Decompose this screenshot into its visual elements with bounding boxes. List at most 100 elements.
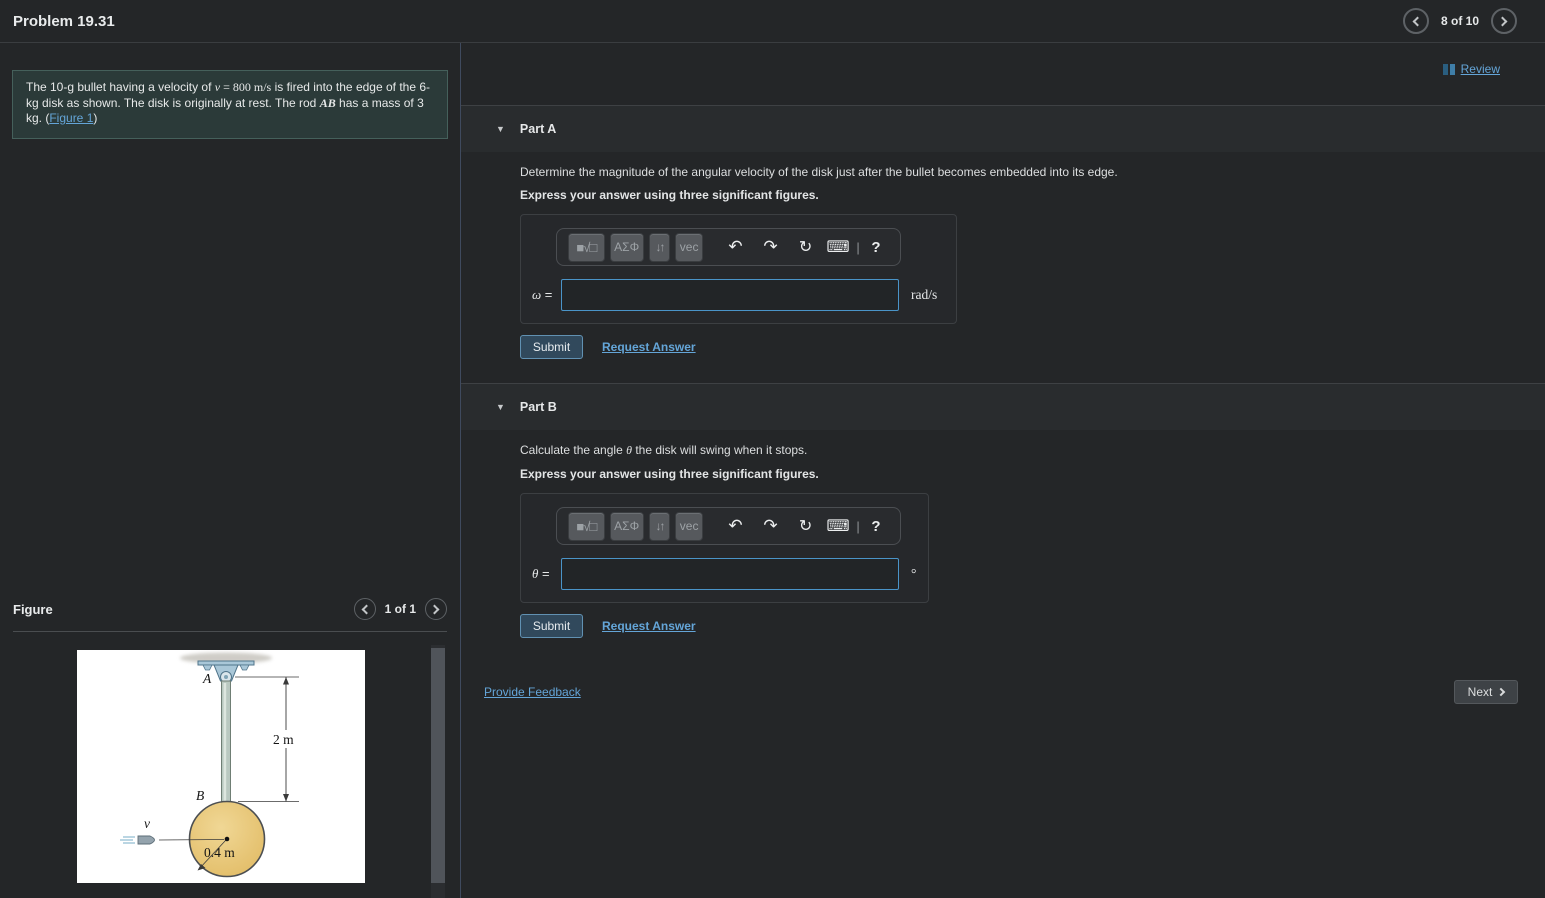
figure-header: Figure 1 of 1 [0, 595, 460, 623]
next-problem-button[interactable] [1491, 8, 1517, 34]
chevron-left-icon [1412, 16, 1423, 26]
chevron-left-icon [361, 604, 372, 614]
part-b-header[interactable]: ▼ Part B [461, 383, 1545, 430]
label-a: A [202, 671, 212, 686]
vector-button[interactable]: vec [675, 511, 704, 541]
label-velocity: v [144, 816, 150, 831]
answer-panel: Review ▼ Part A Determine the magnitude … [461, 43, 1545, 898]
next-item-button[interactable]: Next [1454, 680, 1518, 704]
help-icon[interactable]: ? [863, 239, 889, 256]
keyboard-icon[interactable]: ⌨ [823, 516, 853, 536]
equals-sign: = [538, 566, 550, 581]
keyboard-icon[interactable]: ⌨ [823, 237, 853, 257]
undo-icon[interactable]: ↶ [718, 237, 753, 257]
figure-pager: 1 of 1 [353, 598, 447, 620]
mount-bolt [202, 664, 213, 671]
part-a-submit-button[interactable]: Submit [520, 335, 583, 359]
part-b-body: Calculate the angle θ the disk will swin… [461, 443, 1545, 638]
part-a-body: Determine the magnitude of the angular v… [461, 165, 1545, 359]
part-a-input-row: ω = rad/s [521, 279, 956, 311]
figure-next-button[interactable] [425, 598, 447, 620]
rod-symbol: AB [319, 95, 336, 110]
mount-plate [197, 660, 255, 666]
equals-sign: = [541, 287, 553, 302]
chevron-right-icon [429, 604, 440, 614]
part-b-submit-row: Submit Request Answer [520, 614, 1545, 638]
part-b-instruction: Express your answer using three signific… [520, 467, 819, 481]
next-button-label: Next [1467, 685, 1493, 699]
statement-text: ) [93, 111, 98, 125]
part-b-answer-input[interactable] [561, 558, 899, 590]
equation-toolbar: ■√□ ΑΣΦ ↓↑ vec ↶ ↷ ↻ ⌨ | ? [556, 507, 901, 545]
collapse-icon[interactable]: ▼ [496, 402, 505, 412]
vector-button[interactable]: vec [675, 232, 704, 262]
description-text: Calculate the angle [520, 443, 627, 457]
toolbar-separator: | [856, 239, 860, 255]
reset-icon[interactable]: ↻ [788, 237, 823, 257]
part-b-title: Part B [519, 400, 557, 414]
prev-problem-button[interactable] [1402, 8, 1429, 34]
review-link[interactable]: Review [1461, 62, 1500, 76]
part-b-answer-box: ■√□ ΑΣΦ ↓↑ vec ↶ ↷ ↻ ⌨ | ? θ = ° [520, 493, 929, 603]
trajectory-line [158, 839, 225, 841]
part-a-request-answer-link[interactable]: Request Answer [602, 340, 696, 354]
footer-row: Provide Feedback Next [461, 680, 1545, 704]
figure-pager-label: 1 of 1 [384, 602, 416, 616]
review-icon [1442, 63, 1455, 75]
part-a-title: Part A [519, 122, 557, 136]
redo-icon[interactable]: ↷ [753, 516, 788, 536]
part-a-answer-input[interactable] [561, 279, 899, 311]
main-layout: The 10-g bullet having a velocity of v =… [0, 43, 1545, 898]
pendulum-disk-diagram: A B 2 m v 0.4 m [120, 652, 303, 878]
chevron-right-icon [1497, 687, 1506, 697]
equation-toolbar: ■√□ ΑΣΦ ↓↑ vec ↶ ↷ ↻ ⌨ | ? [556, 228, 901, 266]
omega-symbol: ω [532, 287, 542, 302]
part-b-request-answer-link[interactable]: Request Answer [602, 619, 696, 633]
figure-prev-button[interactable] [353, 598, 376, 620]
part-a-description: Determine the magnitude of the angular v… [520, 165, 1118, 179]
figure-scrollbar-track[interactable] [431, 645, 445, 898]
figure-title: Figure [13, 601, 53, 617]
bullet [137, 835, 155, 845]
part-a-unit: rad/s [911, 287, 938, 302]
part-a-instruction: Express your answer using three signific… [520, 188, 819, 202]
arrow-down-icon [283, 794, 289, 802]
updown-arrows-button[interactable]: ↓↑ [648, 511, 671, 541]
arrow-up-icon [283, 677, 289, 685]
figure-divider [13, 631, 447, 632]
problem-statement: The 10-g bullet having a velocity of v =… [12, 70, 448, 139]
label-rod-length: 2 m [273, 732, 294, 747]
redo-icon[interactable]: ↷ [753, 237, 788, 257]
part-b-input-row: θ = ° [521, 558, 928, 590]
item-panel: The 10-g bullet having a velocity of v =… [0, 43, 461, 898]
toolbar-icons: ↶ ↷ ↻ ⌨ | ? [718, 237, 889, 257]
description-text: the disk will swing when it stops. [631, 443, 808, 457]
figure-scrollbar-thumb[interactable] [431, 648, 445, 883]
statement-math: = 800 [220, 80, 254, 94]
part-b-submit-button[interactable]: Submit [520, 614, 583, 638]
updown-arrows-button[interactable]: ↓↑ [648, 232, 671, 262]
reset-icon[interactable]: ↻ [788, 516, 823, 536]
figure-image: A B 2 m v 0.4 m [77, 650, 365, 883]
mount-bolt [239, 664, 250, 671]
label-b: B [196, 788, 204, 803]
collapse-icon[interactable]: ▼ [496, 124, 505, 134]
greek-letters-button[interactable]: ΑΣΦ [609, 511, 644, 541]
math-template-button[interactable]: ■√□ [568, 232, 605, 262]
greek-letters-button[interactable]: ΑΣΦ [609, 232, 644, 262]
pin-a-center [224, 675, 228, 679]
figure-link[interactable]: Figure 1 [49, 111, 93, 125]
help-icon[interactable]: ? [863, 518, 889, 535]
part-a-answer-box: ■√□ ΑΣΦ ↓↑ vec ↶ ↷ ↻ ⌨ | ? ω = rad/s [520, 214, 957, 324]
top-bar: Problem 19.31 8 of 10 [0, 0, 1545, 43]
math-template-button[interactable]: ■√□ [568, 511, 605, 541]
provide-feedback-link[interactable]: Provide Feedback [484, 685, 581, 699]
chevron-right-icon [1497, 16, 1508, 26]
part-a-header[interactable]: ▼ Part A [461, 105, 1545, 152]
undo-icon[interactable]: ↶ [718, 516, 753, 536]
theta-label: θ = [532, 566, 561, 582]
toolbar-icons: ↶ ↷ ↻ ⌨ | ? [718, 516, 889, 536]
velocity-unit: m/s [253, 80, 272, 94]
statement-text: The 10-g bullet having a velocity of [26, 80, 215, 94]
part-b-description: Calculate the angle θ the disk will swin… [520, 443, 1545, 458]
